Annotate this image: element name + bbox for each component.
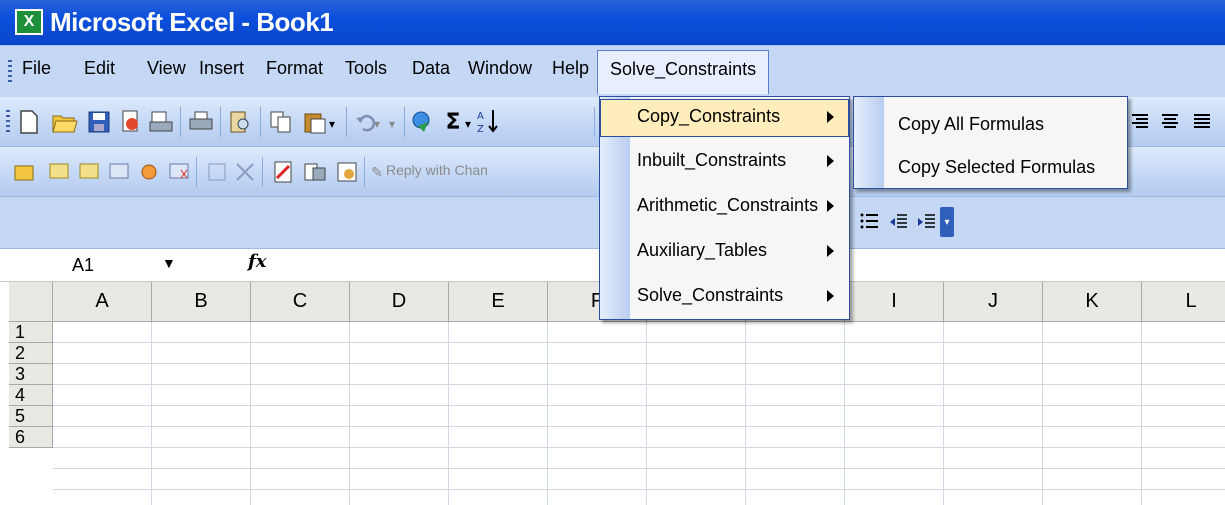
align-justify-icon[interactable] bbox=[1189, 109, 1215, 135]
menu-format[interactable]: Format bbox=[266, 58, 323, 79]
menu-tools[interactable]: Tools bbox=[345, 58, 387, 79]
hyperlink-icon[interactable] bbox=[410, 109, 436, 135]
permission-icon[interactable] bbox=[118, 109, 144, 135]
reject-change-icon[interactable] bbox=[232, 159, 258, 185]
align-center-icon[interactable] bbox=[1157, 109, 1183, 135]
menu-item-copy-all-formulas[interactable]: Copy All Formulas bbox=[898, 114, 1044, 135]
edit-comment-icon[interactable] bbox=[270, 159, 296, 185]
menu-item-inbuilt-constraints[interactable]: Inbuilt_Constraints bbox=[601, 144, 848, 182]
column-header-b[interactable]: B bbox=[152, 282, 251, 322]
column-header-i[interactable]: I bbox=[845, 282, 944, 322]
copy-constraints-submenu: Copy All Formulas Copy Selected Formulas bbox=[853, 96, 1128, 189]
row-header-2[interactable]: 2 bbox=[9, 343, 53, 364]
update-file-icon[interactable] bbox=[302, 159, 328, 185]
menu-data[interactable]: Data bbox=[412, 58, 450, 79]
row-header-3[interactable]: 3 bbox=[9, 364, 53, 385]
sort-ascending-icon[interactable]: AZ bbox=[476, 108, 502, 134]
comment-next-icon[interactable] bbox=[106, 159, 132, 185]
align-right-icon[interactable] bbox=[1127, 109, 1153, 135]
column-header-a[interactable]: A bbox=[53, 282, 152, 322]
paste-icon[interactable] bbox=[302, 109, 328, 135]
submenu-arrow-icon bbox=[827, 200, 834, 212]
submenu-arrow-icon bbox=[827, 245, 834, 257]
row-header-5[interactable]: 5 bbox=[9, 406, 53, 427]
comment-new-icon[interactable] bbox=[46, 159, 72, 185]
research-icon[interactable] bbox=[228, 109, 254, 135]
save-icon[interactable] bbox=[86, 109, 112, 135]
track-changes-icon[interactable] bbox=[204, 159, 230, 185]
menu-item-copy-selected-formulas[interactable]: Copy Selected Formulas bbox=[898, 157, 1095, 178]
column-header-e[interactable]: E bbox=[449, 282, 548, 322]
row-header-1[interactable]: 1 bbox=[9, 322, 53, 343]
menu-item-solve-constraints[interactable]: Solve_Constraints bbox=[601, 279, 848, 317]
column-header-k[interactable]: K bbox=[1043, 282, 1142, 322]
menu-item-auxiliary-tables[interactable]: Auxiliary_Tables bbox=[601, 234, 848, 272]
redo-dropdown-icon[interactable]: ▾ bbox=[386, 111, 398, 137]
row-header-4[interactable]: 4 bbox=[9, 385, 53, 406]
reviewing-grip-icon[interactable] bbox=[10, 159, 36, 185]
menu-bar: File Edit View Insert Format Tools Data … bbox=[0, 45, 1225, 97]
new-document-icon[interactable] bbox=[16, 109, 42, 135]
show-comment-icon[interactable] bbox=[136, 159, 162, 185]
menu-item-label: Inbuilt_Constraints bbox=[637, 150, 787, 170]
send-to-recipient-icon[interactable] bbox=[334, 159, 360, 185]
toolbar-grip-icon[interactable] bbox=[6, 110, 10, 134]
menu-item-copy-constraints[interactable]: Copy_Constraints bbox=[600, 99, 849, 137]
submenu-arrow-icon bbox=[827, 290, 834, 302]
insert-function-icon[interactable]: fx bbox=[248, 251, 266, 272]
window-title: Microsoft Excel - Book1 bbox=[50, 7, 334, 37]
row-header-6[interactable]: 6 bbox=[9, 427, 53, 448]
menu-file[interactable]: File bbox=[22, 58, 51, 79]
toolbar-options-icon[interactable]: ▾ bbox=[940, 207, 954, 237]
delete-comment-icon[interactable] bbox=[166, 159, 192, 185]
submenu-arrow-icon bbox=[827, 155, 834, 167]
menu-item-arithmetic-constraints[interactable]: Arithmetic_Constraints bbox=[601, 189, 848, 227]
name-box-value: A1 bbox=[72, 255, 95, 275]
menu-help[interactable]: Help bbox=[552, 58, 589, 79]
comment-previous-icon[interactable] bbox=[76, 159, 102, 185]
menu-item-label: Copy_Constraints bbox=[637, 106, 781, 126]
excel-icon[interactable]: X bbox=[15, 9, 43, 35]
menu-insert[interactable]: Insert bbox=[199, 58, 244, 79]
column-header-c[interactable]: C bbox=[251, 282, 350, 322]
svg-text:Z: Z bbox=[477, 124, 484, 134]
menu-solve-constraints[interactable]: Solve_Constraints bbox=[597, 50, 770, 94]
decrease-indent-icon[interactable] bbox=[886, 209, 912, 235]
select-all-corner[interactable] bbox=[9, 282, 53, 322]
menu-window[interactable]: Window bbox=[468, 58, 532, 79]
copy-icon[interactable] bbox=[268, 109, 294, 135]
paste-dropdown-icon[interactable]: ▾ bbox=[326, 111, 338, 137]
name-box-dropdown-icon[interactable]: ▼ bbox=[162, 255, 176, 271]
menu-item-label: Arithmetic_Constraints bbox=[637, 195, 819, 215]
menu-item-label: Solve_Constraints bbox=[637, 285, 784, 305]
title-bar: X Microsoft Excel - Book1 bbox=[0, 0, 1225, 45]
cell-area[interactable] bbox=[53, 322, 1225, 505]
menu-edit[interactable]: Edit bbox=[84, 58, 115, 79]
print-preview-icon[interactable] bbox=[148, 109, 174, 135]
solve-constraints-menu: Copy_Constraints Inbuilt_Constraints Ari… bbox=[599, 96, 850, 320]
reply-with-changes-button[interactable]: Reply with Chan bbox=[386, 162, 488, 178]
undo-dropdown-icon[interactable]: ▾ bbox=[371, 111, 383, 137]
bullets-icon[interactable] bbox=[857, 209, 883, 235]
submenu-arrow-icon bbox=[827, 111, 834, 123]
column-header-d[interactable]: D bbox=[350, 282, 449, 322]
svg-text:A: A bbox=[477, 111, 484, 122]
column-header-l[interactable]: L bbox=[1142, 282, 1225, 322]
column-header-j[interactable]: J bbox=[944, 282, 1043, 322]
autosum-dropdown-icon[interactable]: ▾ bbox=[462, 111, 474, 137]
open-folder-icon[interactable] bbox=[52, 109, 78, 135]
reply-with-changes-icon[interactable]: ✎ bbox=[370, 159, 384, 185]
menu-view[interactable]: View bbox=[147, 58, 186, 79]
menubar-grip-icon[interactable] bbox=[8, 60, 12, 82]
menu-item-label: Auxiliary_Tables bbox=[637, 240, 768, 260]
print-icon[interactable] bbox=[188, 109, 214, 135]
increase-indent-icon[interactable] bbox=[914, 209, 940, 235]
